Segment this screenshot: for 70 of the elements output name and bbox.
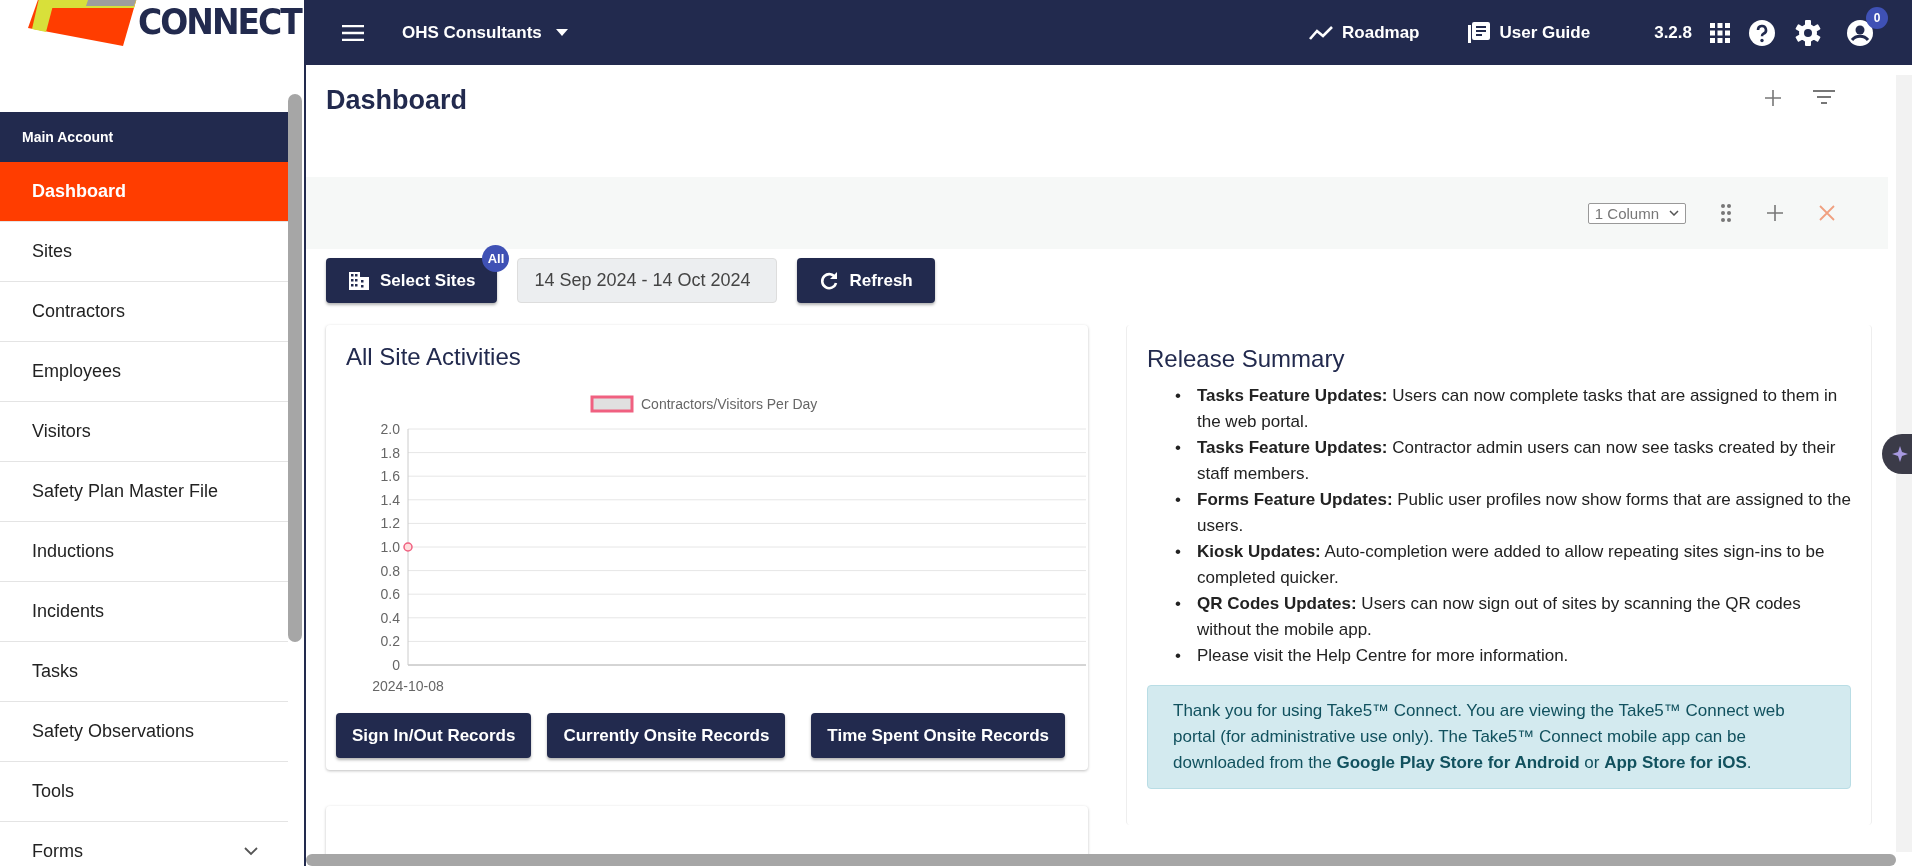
- bullet: •: [1174, 541, 1181, 563]
- x-tick-label: 2024-10-08: [372, 678, 444, 694]
- building-icon: [348, 270, 370, 291]
- y-tick-label: 1.0: [380, 539, 400, 555]
- y-tick-label: 0.8: [380, 562, 400, 579]
- bullet: •: [1174, 489, 1181, 511]
- sidebar-item[interactable]: Tools: [0, 762, 288, 822]
- chevron-down-icon: [1669, 210, 1679, 216]
- card-title: All Site Activities: [346, 343, 522, 371]
- date-range-field[interactable]: 14 Sep 2024 - 14 Oct 2024: [517, 258, 778, 303]
- scrollbar[interactable]: [1896, 75, 1912, 852]
- records-button[interactable]: Currently Onsite Records: [547, 713, 786, 758]
- y-tick-label: 0.6: [380, 586, 400, 603]
- y-tick-label: 0.2: [380, 633, 400, 650]
- logo-icon: [28, 0, 138, 46]
- book-icon: [1467, 20, 1492, 45]
- scrollbar[interactable]: [306, 854, 1896, 866]
- assistant-button[interactable]: [1882, 434, 1912, 474]
- y-tick-label: 1.8: [380, 444, 400, 461]
- release-note-item: Tasks Feature Updates: Users can now complete tasks that are assigned to them in the web portal.: [1197, 385, 1839, 433]
- release-note-item: Tasks Feature Updates: Contractor admin users can now see tasks created by their staff members.: [1197, 437, 1837, 485]
- refresh-icon: [819, 270, 840, 291]
- sidebar-section-header: Main Account: [0, 112, 288, 162]
- card-title: Release Summary: [1147, 345, 1346, 373]
- account-icon[interactable]: [1846, 18, 1874, 47]
- settings-icon[interactable]: [1794, 18, 1822, 47]
- apps-grid-icon[interactable]: [1710, 22, 1730, 43]
- menu-icon[interactable]: [342, 24, 364, 41]
- sparkle-icon: [1892, 445, 1910, 463]
- logo-text: CONNECT: [138, 0, 301, 43]
- help-icon[interactable]: [1748, 18, 1776, 47]
- caret-icon: [555, 29, 568, 36]
- release-note-item: Please visit the Help Centre for more information.: [1197, 645, 1570, 667]
- sidebar-item[interactable]: Safety Observations: [0, 702, 288, 762]
- info-note: Thank you for using Take5™ Connect. You are viewing the Take5™ Connect web portal (for administrative use only). The Take5™ Connect mobile app can be downloaded from the Google Play Store for Android or App Store for iOS.: [1147, 685, 1851, 789]
- column-layout-select[interactable]: 1 Column: [1587, 202, 1686, 224]
- y-tick-label: 0: [392, 657, 400, 673]
- add-icon[interactable]: [1766, 204, 1784, 222]
- records-button[interactable]: Sign In/Out Records: [336, 713, 532, 758]
- y-tick-label: 0.4: [380, 609, 400, 626]
- bullet: •: [1174, 385, 1181, 407]
- add-icon[interactable]: [1764, 89, 1782, 107]
- bullet: •: [1174, 645, 1181, 667]
- scrollbar[interactable]: [288, 94, 302, 642]
- records-button[interactable]: Time Spent Onsite Records: [811, 713, 1066, 758]
- trend-line-icon: [1308, 24, 1334, 41]
- sidebar-item[interactable]: Dashboard: [0, 162, 288, 222]
- release-note-item: Forms Feature Updates: Public user profiles now show forms that are assigned to the users.: [1197, 489, 1851, 537]
- release-note-item: QR Codes Updates: Users can now sign out of sites by scanning the QR codes without the mobile app.: [1197, 593, 1802, 641]
- filter-icon[interactable]: [1812, 89, 1836, 105]
- version-text: 3.2.8: [1654, 22, 1692, 43]
- refresh-button[interactable]: Refresh: [797, 258, 935, 303]
- organization-dropdown[interactable]: OHS Consultants: [396, 21, 574, 44]
- sidebar-item[interactable]: Tasks: [0, 642, 288, 702]
- y-tick-label: 1.2: [380, 515, 400, 532]
- bullet: •: [1174, 437, 1181, 459]
- legend-swatch: [590, 395, 634, 413]
- header-link[interactable]: Roadmap: [1302, 21, 1426, 44]
- data-point: [403, 542, 413, 552]
- drag-handle-icon[interactable]: [1720, 203, 1732, 223]
- release-note-item: Kiosk Updates: Auto-completion were added to allow repeating sites sign-ins to be completed quicker.: [1197, 541, 1826, 589]
- y-tick-label: 1.6: [380, 468, 400, 485]
- page-title: Dashboard: [326, 85, 468, 116]
- sidebar-item[interactable]: Forms: [0, 822, 288, 866]
- y-tick-label: 1.4: [380, 491, 400, 508]
- y-tick-label: 2.0: [380, 421, 400, 437]
- bullet: •: [1174, 593, 1181, 615]
- header-link[interactable]: User Guide: [1461, 19, 1597, 46]
- notification-badge: 0: [1866, 6, 1888, 29]
- legend-label: Contractors/Visitors Per Day: [641, 396, 818, 412]
